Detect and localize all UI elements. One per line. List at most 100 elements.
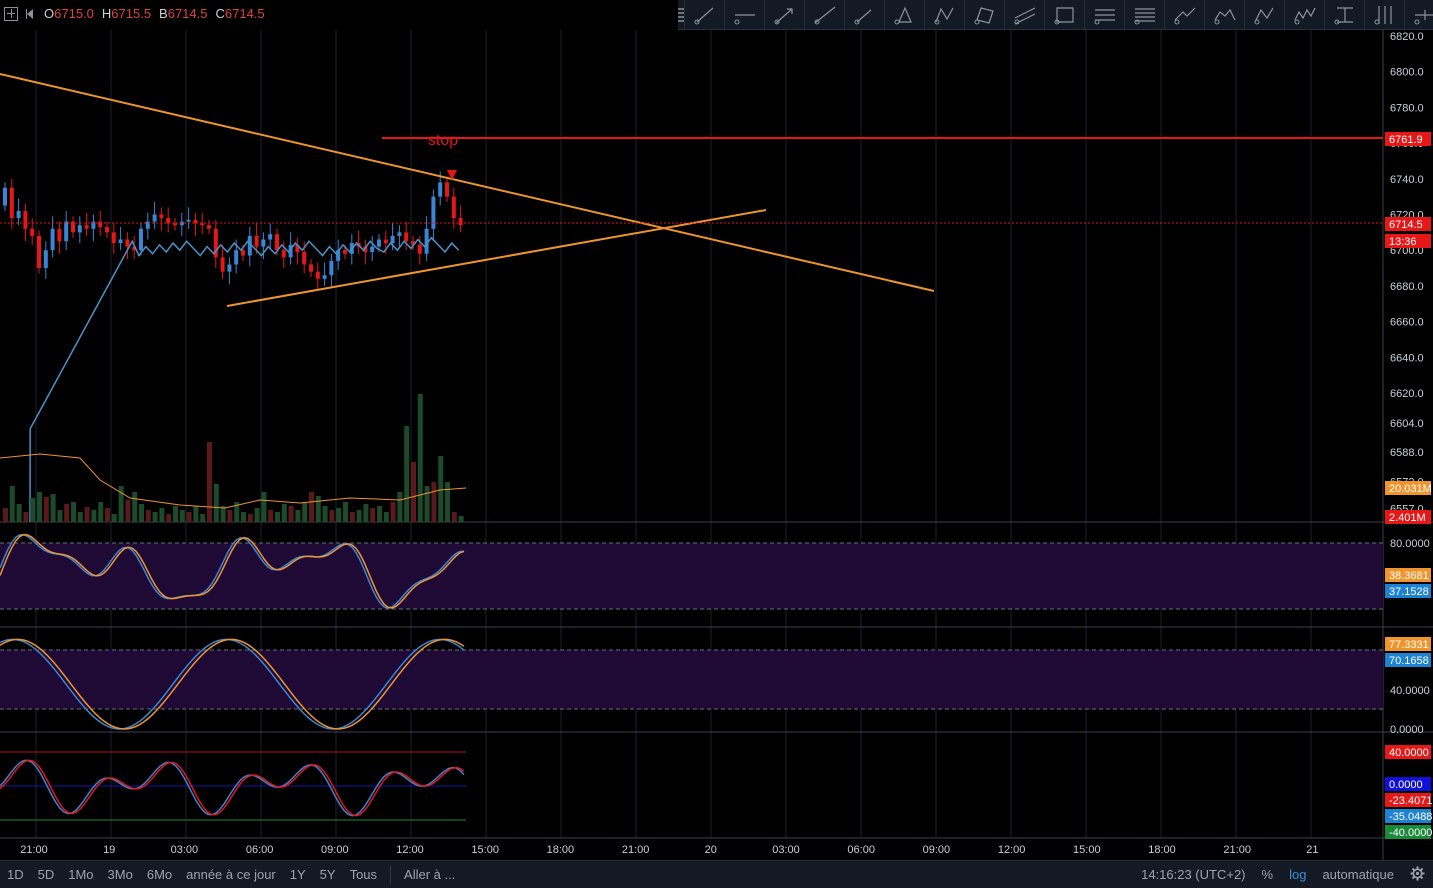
xabcd-pattern-tool-icon[interactable] <box>924 0 964 29</box>
price-tick: 6780.0 <box>1390 102 1424 114</box>
triangle-pattern-tool-icon[interactable] <box>884 0 924 29</box>
abcd-pattern-tool-icon[interactable] <box>1244 0 1284 29</box>
volume-bar <box>363 504 369 522</box>
range-3mo[interactable]: 3Mo <box>101 867 140 882</box>
time-tick: 06:00 <box>847 844 875 856</box>
stoch2-tick: 40.0000 <box>1390 685 1430 697</box>
volume-bar <box>302 502 308 522</box>
candle <box>152 214 157 222</box>
elliott-wave-tool-icon[interactable] <box>1284 0 1324 29</box>
log-toggle[interactable]: log <box>1281 867 1314 882</box>
volume-bar <box>145 510 151 522</box>
cross-line-tool-icon[interactable] <box>1404 0 1433 29</box>
stoch2-tick: 0.0000 <box>1390 724 1424 736</box>
volume-bar <box>3 508 8 522</box>
horizontal-ray-tool-icon[interactable] <box>724 0 764 29</box>
rotated-rectangle-tool-icon[interactable] <box>964 0 1004 29</box>
low-label: B <box>159 6 168 21</box>
volume-bar <box>411 462 416 522</box>
candle <box>275 234 279 251</box>
trend-line-tool-icon[interactable] <box>684 0 724 29</box>
candle <box>315 271 320 279</box>
candle <box>200 223 205 226</box>
candle <box>417 244 422 254</box>
range-1mo[interactable]: 1Mo <box>61 867 100 882</box>
divider <box>390 865 392 884</box>
volume-bar <box>458 516 464 522</box>
descending-trendline[interactable] <box>0 73 935 292</box>
parallel-channel-tool-icon[interactable] <box>1004 0 1044 29</box>
volume-bar <box>132 492 138 522</box>
volume-bar <box>275 512 280 522</box>
candle <box>207 225 211 229</box>
ray-line-tool-icon[interactable] <box>844 0 884 29</box>
volume-bar <box>152 512 158 522</box>
settings-gear-icon[interactable] <box>1402 866 1433 884</box>
time-tick: 18:00 <box>547 844 575 856</box>
volume-bar <box>288 506 294 522</box>
time-tick: 21:00 <box>622 844 650 856</box>
date-price-range-tool-icon[interactable] <box>1324 0 1364 29</box>
fib-retracement-tool-icon[interactable] <box>1124 0 1164 29</box>
rectangle-tool-icon[interactable] <box>1044 0 1084 29</box>
volume-bar <box>315 496 321 522</box>
volume-bar <box>179 510 185 522</box>
ascending-trendline[interactable] <box>226 209 767 307</box>
candle <box>268 234 273 240</box>
osc-d-line <box>0 759 465 817</box>
time-tick: 19 <box>103 844 115 856</box>
head-shoulders-tool-icon[interactable] <box>1204 0 1244 29</box>
collapse-legend-icon[interactable] <box>24 7 38 21</box>
candle <box>98 221 103 227</box>
volume-bar <box>295 510 301 522</box>
candle <box>50 228 55 251</box>
open-label: O <box>44 6 55 21</box>
candle <box>37 235 41 269</box>
volume-bar <box>111 514 117 522</box>
range-5y[interactable]: 5Y <box>313 867 343 882</box>
close-value: 6714.5 <box>224 6 265 21</box>
candle <box>3 187 7 206</box>
regression-trend-tool-icon[interactable] <box>1164 0 1204 29</box>
candle <box>281 250 286 258</box>
ohlc-legend: O6715.0 H6715.5 B6714.5 C6714.5 <box>4 6 267 21</box>
volume-bar <box>16 504 22 522</box>
candle <box>77 225 82 233</box>
extended-line-tool-icon[interactable] <box>804 0 844 29</box>
time-tick: 09:00 <box>321 844 349 856</box>
auto-toggle[interactable]: automatique <box>1314 867 1402 882</box>
stoch-band-1 <box>0 543 1383 609</box>
volume-bar <box>349 512 355 522</box>
candle <box>370 246 375 252</box>
range-1d[interactable]: 1D <box>0 867 31 882</box>
goto-date-button[interactable]: Aller à ... <box>397 867 462 882</box>
range-6mo[interactable]: 6Mo <box>140 867 179 882</box>
range-1y[interactable]: 1Y <box>283 867 313 882</box>
volume-bar <box>213 484 219 522</box>
arrow-line-tool-icon[interactable] <box>764 0 804 29</box>
volume-bar <box>417 394 423 522</box>
range-5d[interactable]: 5D <box>31 867 62 882</box>
time-tick: 03:00 <box>171 844 199 856</box>
volume-bar <box>193 506 199 522</box>
volume-ma-label: 20.031M <box>1389 483 1432 495</box>
horizontal-lines-tool-icon[interactable] <box>1084 0 1124 29</box>
volume-bar <box>64 504 70 522</box>
volume-bar <box>390 502 396 522</box>
volume-bar <box>329 510 335 522</box>
candle <box>125 239 130 247</box>
price-range-tool-icon[interactable] <box>1364 0 1404 29</box>
crosshair-add-icon[interactable] <box>4 6 18 21</box>
volume-bar <box>370 508 376 522</box>
volume-bar <box>91 510 97 522</box>
stoch2-value-label: 70.1658 <box>1389 655 1429 667</box>
percent-toggle[interactable]: % <box>1254 867 1282 882</box>
candle <box>261 239 266 247</box>
trading-chart[interactable]: stop6820.06800.06780.06760.06740.06720.0… <box>0 0 1433 887</box>
range-tous[interactable]: Tous <box>343 867 384 882</box>
range-année-à-ce-jour[interactable]: année à ce jour <box>179 867 283 882</box>
price-tick: 6820.0 <box>1390 31 1424 43</box>
time-tick: 06:00 <box>246 844 274 856</box>
close-label: C <box>215 6 225 21</box>
volume-bar <box>159 508 165 522</box>
